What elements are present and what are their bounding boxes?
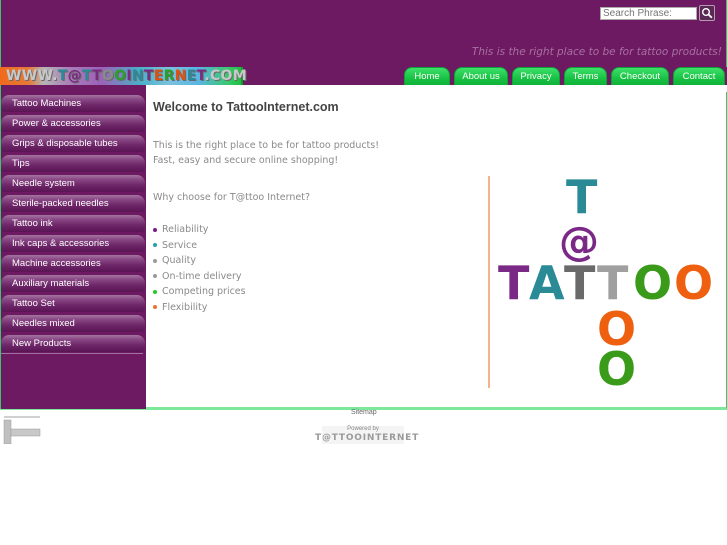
feature-item: On-time delivery: [153, 269, 246, 285]
feature-label: Quality: [162, 255, 196, 267]
sidebar-item-tattoo-ink[interactable]: Tattoo ink: [1, 215, 145, 232]
powered-by-logo: T@TTOOINTERNET: [315, 433, 420, 443]
sidebar-item-ink-caps[interactable]: Ink caps & accessories: [1, 235, 145, 252]
tab-checkout[interactable]: Checkout: [611, 67, 669, 85]
powered-by-badge[interactable]: Powered by T@TTOOINTERNET: [315, 426, 418, 444]
content-divider: [488, 176, 490, 388]
why-heading: Why choose for T@ttoo Internet?: [153, 192, 310, 203]
search-button[interactable]: [699, 5, 715, 21]
sidebar-item-new-products[interactable]: New Products: [1, 335, 145, 352]
sidebar-divider: [1, 353, 143, 354]
tattoo-logo-image: T @ T A T T O O O O: [496, 172, 726, 392]
tab-home[interactable]: Home: [404, 67, 450, 85]
nav-bar: WWW.T@TTOOINTERNET.COM Home About us Pri…: [0, 67, 727, 85]
site-header: This is the right place to be for tattoo…: [0, 0, 727, 67]
tab-contact[interactable]: Contact: [673, 67, 725, 85]
logo-letter: T: [597, 256, 629, 310]
tagline: This is the right place to be for tattoo…: [471, 46, 722, 58]
category-sidebar: Tattoo Machines Power & accessories Grip…: [0, 85, 146, 409]
bullet-icon: [153, 305, 157, 310]
logo-letter: T: [566, 170, 598, 224]
tab-terms[interactable]: Terms: [564, 67, 607, 85]
logo-letter: A: [529, 256, 565, 310]
magnifier-icon: [702, 8, 713, 19]
feature-label: Competing prices: [162, 286, 246, 298]
feature-item: Reliability: [153, 222, 246, 238]
feature-label: On-time delivery: [162, 270, 242, 282]
sidebar-item-needle-system[interactable]: Needle system: [1, 175, 145, 192]
feature-label: Flexibility: [162, 301, 208, 313]
main-content: Welcome to TattooInternet.com This is th…: [146, 92, 727, 409]
search-form: [600, 5, 715, 21]
page-title: Welcome to TattooInternet.com: [153, 100, 339, 114]
feature-label: Service: [162, 239, 198, 251]
logo-letter: O: [597, 342, 637, 396]
bullet-icon: [153, 258, 157, 263]
sidebar-item-power-accessories[interactable]: Power & accessories: [1, 115, 145, 132]
tab-about-us[interactable]: About us: [454, 67, 508, 85]
tab-privacy[interactable]: Privacy: [512, 67, 560, 85]
sidebar-item-needles-mixed[interactable]: Needles mixed: [1, 315, 145, 332]
sidebar-item-auxiliary-materials[interactable]: Auxiliary materials: [1, 275, 145, 292]
sidebar-item-tattoo-machines[interactable]: Tattoo Machines: [1, 95, 145, 112]
sitemap-link[interactable]: Sitemap: [351, 409, 377, 416]
logo-letter: T: [498, 256, 530, 310]
search-input[interactable]: [600, 6, 697, 20]
bullet-icon: [153, 227, 157, 232]
feature-label: Reliability: [162, 224, 209, 236]
bullet-icon: [153, 289, 157, 294]
broken-image-icon: [3, 416, 41, 444]
nav-tabs: Home About us Privacy Terms Checkout Con…: [404, 67, 725, 85]
feature-item: Flexibility: [153, 300, 246, 316]
sidebar-item-machine-accessories[interactable]: Machine accessories: [1, 255, 145, 272]
features-list: Reliability Service Quality On-time deli…: [153, 222, 246, 315]
logo-letter: O: [633, 256, 673, 310]
sidebar-item-grips-tubes[interactable]: Grips & disposable tubes: [1, 135, 145, 152]
sidebar-item-tips[interactable]: Tips: [1, 155, 145, 172]
logo-text: WWW.T@TTOOINTERNET.COM: [6, 68, 247, 84]
intro-line-2: Fast, easy and secure online shopping!: [153, 155, 339, 166]
feature-item: Service: [153, 238, 246, 254]
sidebar-item-tattoo-set[interactable]: Tattoo Set: [1, 295, 145, 312]
powered-by-label: Powered by: [347, 426, 379, 432]
site-logo[interactable]: WWW.T@TTOOINTERNET.COM: [0, 67, 247, 85]
feature-item: Competing prices: [153, 284, 246, 300]
logo-letter: T: [564, 256, 596, 310]
bullet-icon: [153, 274, 157, 279]
logo-letter: O: [674, 256, 714, 310]
intro-line-1: This is the right place to be for tattoo…: [153, 140, 380, 151]
bullet-icon: [153, 243, 157, 248]
feature-item: Quality: [153, 253, 246, 269]
sidebar-item-sterile-needles[interactable]: Sterile-packed needles: [1, 195, 145, 212]
